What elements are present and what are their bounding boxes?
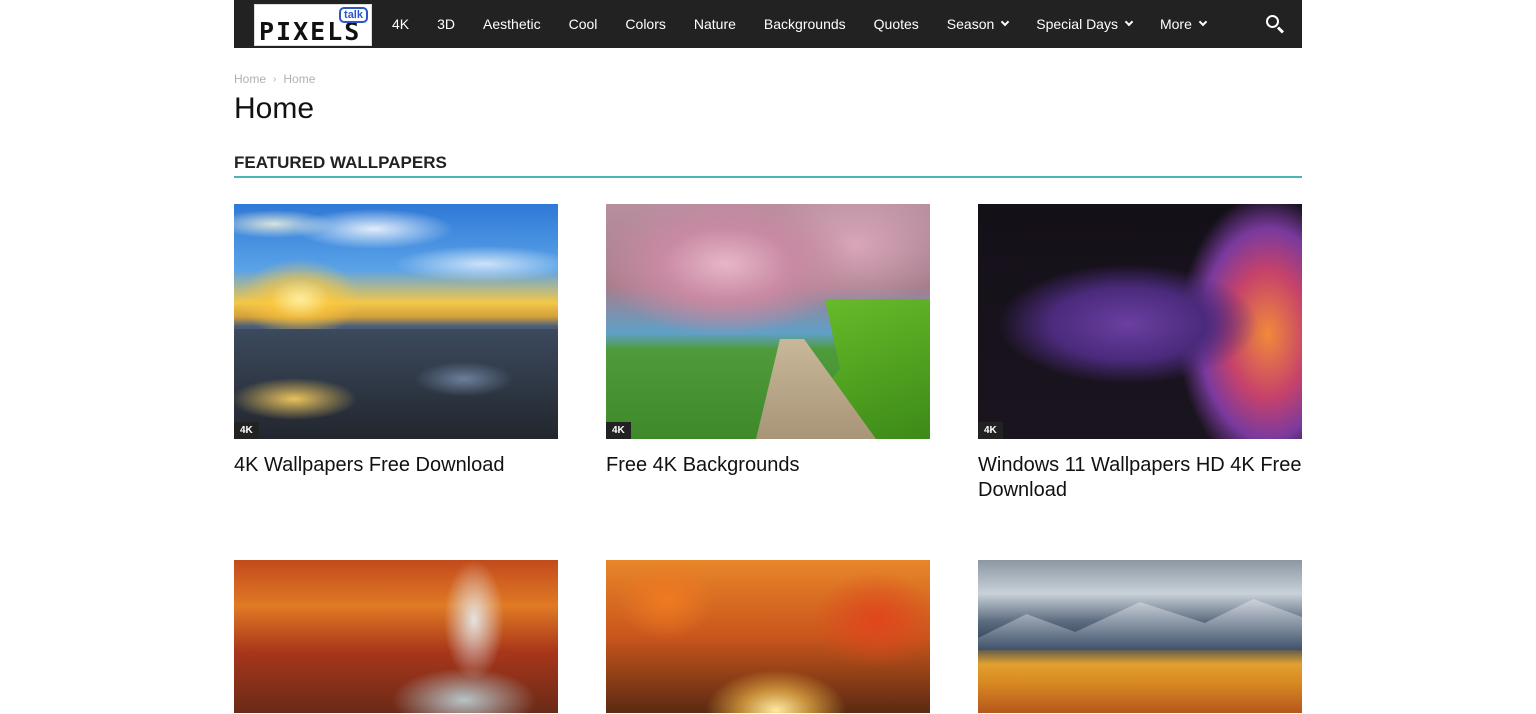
search-button[interactable] xyxy=(1264,13,1286,35)
breadcrumb-home-link[interactable]: Home xyxy=(234,72,266,86)
category-badge[interactable]: 4K xyxy=(978,422,1003,439)
page-container: PIXELS talk 4K 3D Aesthetic Cool Colors … xyxy=(234,0,1302,713)
search-icon xyxy=(1266,15,1279,28)
card-thumbnail[interactable] xyxy=(978,560,1302,713)
nav-dropdown-label: More xyxy=(1159,16,1192,32)
nav-dropdown-label: Special Days xyxy=(1036,16,1118,32)
section-title: FEATURED WALLPAPERS xyxy=(234,153,447,172)
nav-item-nature[interactable]: Nature xyxy=(694,16,736,32)
wallpaper-card: 4K 4K Wallpapers Free Download xyxy=(234,204,558,478)
thumbnail-shore xyxy=(234,329,558,439)
chevron-down-icon xyxy=(1124,17,1134,27)
breadcrumb: Home › Home xyxy=(234,72,315,86)
wallpaper-card xyxy=(234,560,558,713)
wallpaper-card xyxy=(606,560,930,713)
nav-item-backgrounds[interactable]: Backgrounds xyxy=(764,16,846,32)
wallpaper-card xyxy=(978,560,1302,713)
logo-badge: talk xyxy=(339,7,368,23)
site-logo[interactable]: PIXELS talk xyxy=(254,4,372,46)
section-divider xyxy=(234,176,1302,178)
main-menu: 4K 3D Aesthetic Cool Colors Nature Backg… xyxy=(392,0,1234,48)
card-title-link[interactable]: 4K Wallpapers Free Download xyxy=(234,453,558,478)
card-title-link[interactable]: Free 4K Backgrounds xyxy=(606,453,930,478)
thumbnail-clouds xyxy=(234,204,558,294)
nav-item-4k[interactable]: 4K xyxy=(392,16,409,32)
card-thumbnail[interactable]: 4K xyxy=(606,204,930,439)
card-thumbnail[interactable]: 4K xyxy=(234,204,558,439)
card-thumbnail[interactable] xyxy=(234,560,558,713)
chevron-down-icon xyxy=(1001,17,1010,27)
nav-dropdown-label: Season xyxy=(946,16,995,32)
nav-item-aesthetic[interactable]: Aesthetic xyxy=(483,16,541,32)
nav-item-colors[interactable]: Colors xyxy=(625,16,665,32)
nav-item-quotes[interactable]: Quotes xyxy=(874,16,919,32)
card-title-link[interactable]: Windows 11 Wallpapers HD 4K Free Downloa… xyxy=(978,453,1302,503)
category-badge[interactable]: 4K xyxy=(234,422,259,439)
nav-dropdown-more[interactable]: More xyxy=(1159,16,1208,32)
search-icon-handle xyxy=(1276,26,1285,34)
nav-item-3d[interactable]: 3D xyxy=(437,16,455,32)
wallpaper-card: 4K Free 4K Backgrounds xyxy=(606,204,930,478)
wallpaper-card: 4K Windows 11 Wallpapers HD 4K Free Down… xyxy=(978,204,1302,503)
nav-dropdown-season[interactable]: Season xyxy=(946,16,1010,32)
card-thumbnail[interactable] xyxy=(606,560,930,713)
category-badge[interactable]: 4K xyxy=(606,422,631,439)
nav-dropdown-special-days[interactable]: Special Days xyxy=(1036,16,1134,32)
breadcrumb-separator: › xyxy=(273,73,277,85)
thumbnail-mountains xyxy=(978,599,1302,650)
top-navbar: PIXELS talk 4K 3D Aesthetic Cool Colors … xyxy=(234,0,1302,48)
card-thumbnail[interactable]: 4K xyxy=(978,204,1302,439)
chevron-down-icon xyxy=(1198,17,1208,27)
nav-item-cool[interactable]: Cool xyxy=(569,16,598,32)
breadcrumb-current: Home xyxy=(283,72,316,86)
page-title: Home xyxy=(234,92,315,125)
